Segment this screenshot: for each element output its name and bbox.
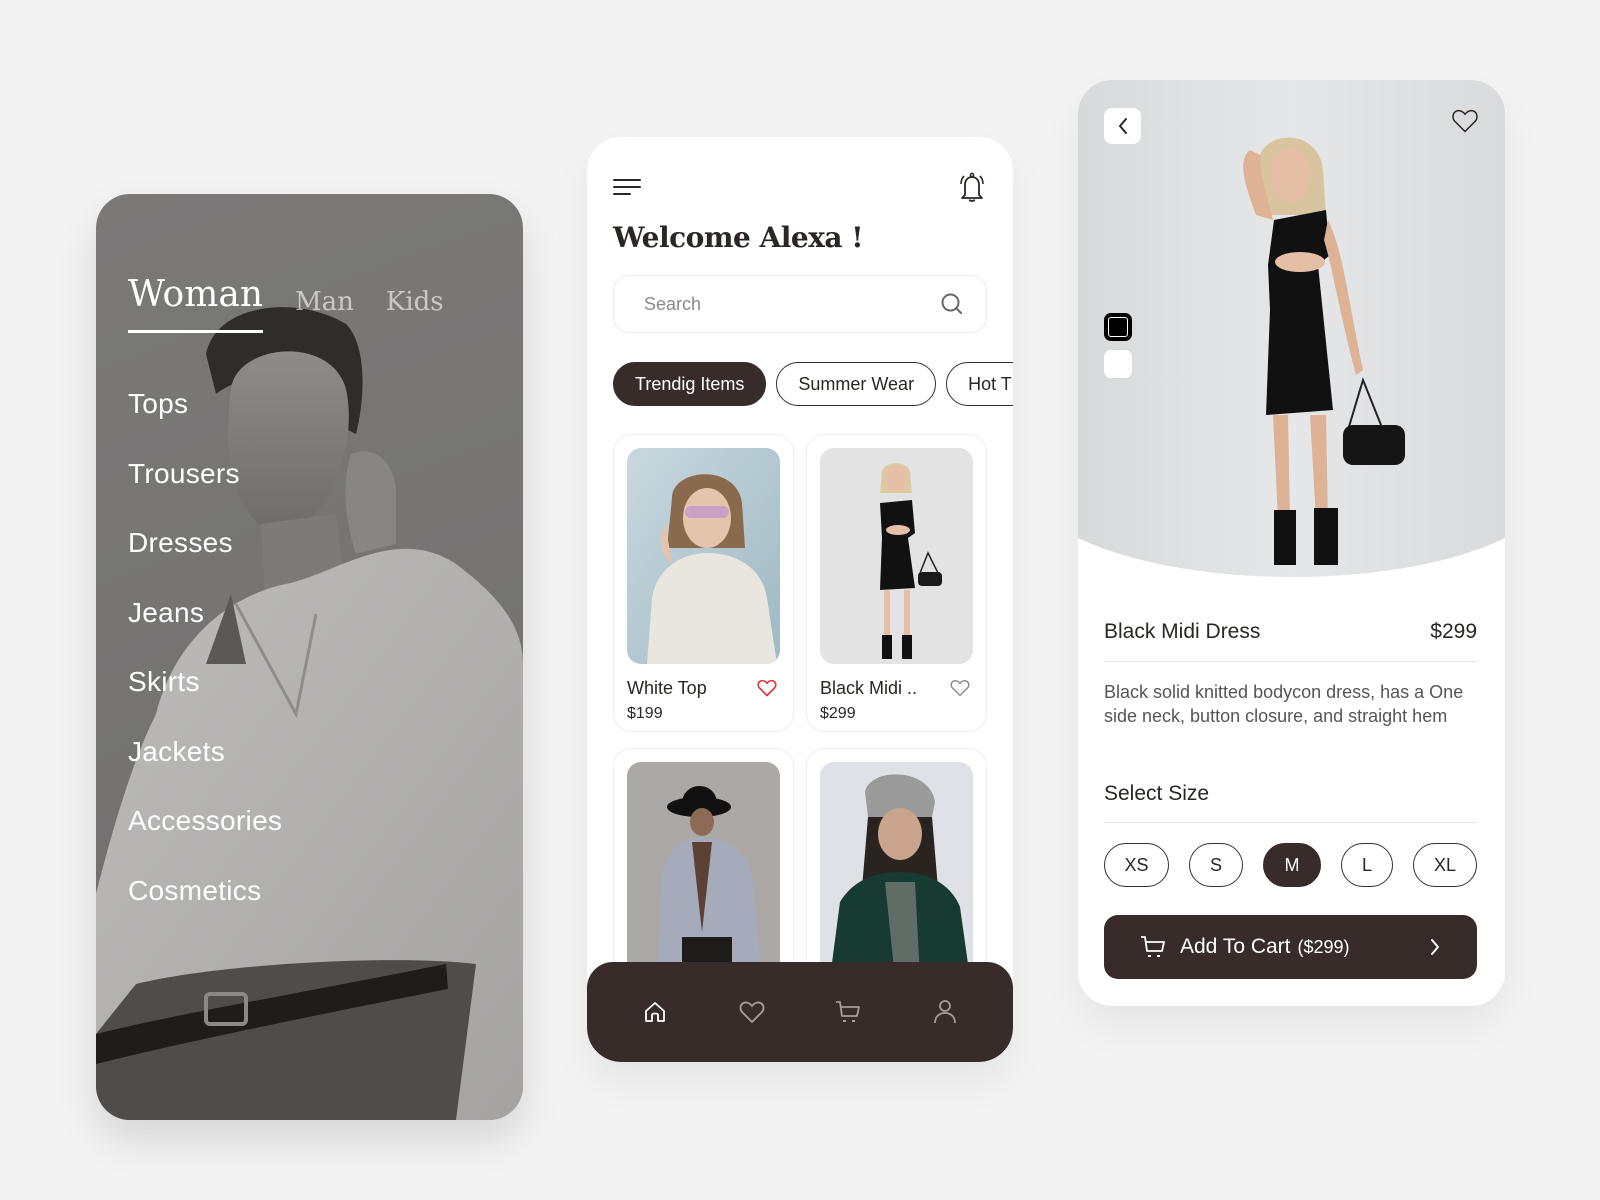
product-image [627, 762, 780, 978]
size-option-m[interactable]: M [1263, 843, 1321, 887]
size-option-s[interactable]: S [1189, 843, 1243, 887]
product-card[interactable]: White Top $199 [613, 434, 794, 732]
product-description: Black solid knitted bodycon dress, has a… [1104, 682, 1464, 726]
tab-woman[interactable]: Woman [128, 274, 264, 333]
product-image [820, 762, 973, 978]
category-cosmetics[interactable]: Cosmetics [128, 873, 282, 943]
size-option-xl[interactable]: XL [1413, 843, 1477, 887]
add-to-cart-label: Add To Cart [1180, 935, 1291, 958]
filter-chips: Trendig Items Summer Wear Hot T [613, 362, 1013, 406]
heart-icon [739, 1001, 765, 1023]
product-title: Black Midi Dress [1104, 620, 1261, 643]
chip-summer-wear[interactable]: Summer Wear [776, 362, 937, 406]
product-name: White Top [627, 678, 707, 698]
nav-favorites[interactable] [732, 992, 772, 1032]
search-icon[interactable] [940, 292, 964, 316]
select-size-label: Select Size [1104, 782, 1210, 805]
category-screen: Woman Man Kids Tops Trousers Dresses Jea… [96, 194, 523, 1120]
user-icon [933, 1000, 956, 1024]
favorite-heart-icon[interactable] [950, 679, 970, 697]
add-to-cart-button[interactable]: Add To Cart ($299) [1104, 915, 1477, 979]
product-image [627, 448, 780, 664]
tab-kids[interactable]: Kids [386, 287, 444, 317]
add-to-cart-price: ($299) [1297, 936, 1350, 957]
home-icon [645, 1002, 666, 1022]
favorite-heart-icon[interactable] [757, 679, 777, 697]
product-grid: White Top $199 Black Midi .. $299 [613, 434, 987, 1046]
home-screen: Welcome Alexa ! Trendig Items Summer Wea… [587, 137, 1013, 1062]
category-trousers[interactable]: Trousers [128, 456, 282, 526]
chevron-left-icon [1118, 118, 1127, 134]
chip-trending-items[interactable]: Trendig Items [613, 362, 767, 406]
nav-home[interactable] [635, 992, 675, 1032]
hamburger-menu-icon[interactable] [613, 179, 643, 197]
tab-man[interactable]: Man [295, 287, 354, 317]
category-dresses[interactable]: Dresses [128, 525, 282, 595]
size-selector: XS S M L XL [1104, 843, 1477, 887]
notification-bell-icon[interactable] [957, 171, 987, 203]
category-jeans[interactable]: Jeans [128, 595, 282, 665]
category-tops[interactable]: Tops [128, 386, 282, 456]
welcome-title: Welcome Alexa ! [613, 221, 864, 254]
category-skirts[interactable]: Skirts [128, 664, 282, 734]
bottom-nav-bar [587, 962, 1013, 1062]
product-price: $199 [627, 705, 663, 722]
product-detail-screen: Black Midi Dress $299 Black solid knitte… [1078, 80, 1505, 1006]
back-button[interactable] [1104, 108, 1141, 144]
nav-cart[interactable] [828, 992, 868, 1032]
cart-icon [1141, 936, 1165, 957]
chip-hot[interactable]: Hot T [946, 362, 1013, 406]
product-name: Black Midi .. [820, 678, 918, 698]
category-menu: Tops Trousers Dresses Jeans Skirts Jacke… [128, 386, 282, 942]
divider [1104, 822, 1477, 823]
chevron-right-icon [1431, 939, 1439, 955]
product-card[interactable]: Black Midi .. $299 [806, 434, 987, 732]
category-jackets[interactable]: Jackets [128, 734, 282, 804]
product-image [820, 448, 973, 664]
category-accessories[interactable]: Accessories [128, 803, 282, 873]
size-option-l[interactable]: L [1341, 843, 1393, 887]
favorite-heart-icon[interactable] [1451, 108, 1479, 134]
product-price: $299 [1430, 620, 1477, 643]
color-swatch-white[interactable] [1104, 350, 1132, 378]
nav-profile[interactable] [925, 992, 965, 1032]
divider [1104, 661, 1477, 662]
product-hero-image [1078, 80, 1505, 577]
search-input[interactable] [644, 293, 940, 315]
product-price: $299 [820, 705, 856, 722]
color-swatch-black[interactable] [1104, 313, 1132, 341]
size-option-xs[interactable]: XS [1104, 843, 1169, 887]
gender-tabs: Woman Man Kids [128, 274, 444, 333]
cart-icon [836, 1001, 861, 1022]
search-bar[interactable] [613, 275, 987, 333]
